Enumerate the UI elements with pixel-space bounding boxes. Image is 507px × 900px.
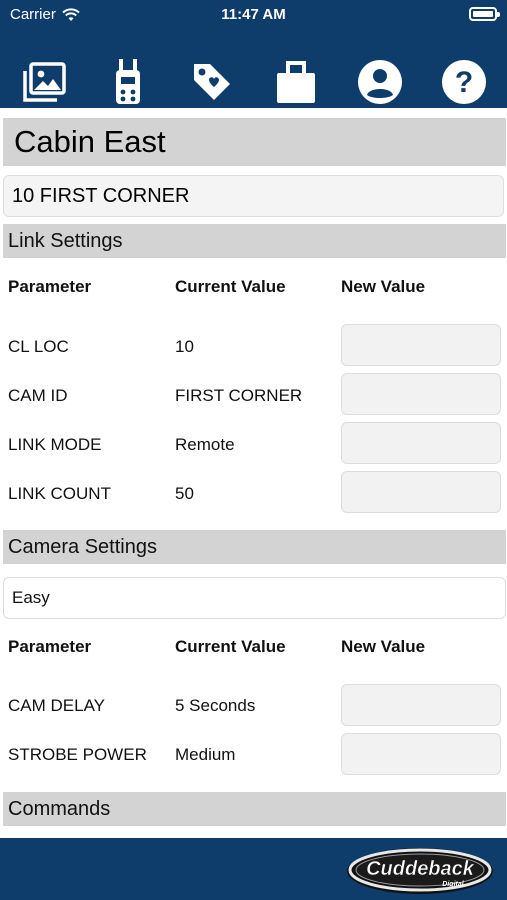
strobe-power-new-value-input[interactable] <box>341 733 501 775</box>
link-mode-current-value: Remote <box>175 435 235 454</box>
svg-text:Digital: Digital <box>442 881 464 888</box>
svg-text:Cuddeback: Cuddeback <box>366 858 475 880</box>
account-button[interactable] <box>356 58 404 106</box>
camera-mode-selector[interactable]: Easy <box>3 577 506 619</box>
link-count-new-value-input[interactable] <box>341 471 501 513</box>
help-button[interactable]: ? <box>440 58 488 106</box>
link-mode-new-value-input[interactable] <box>341 422 501 464</box>
cam-id-label: CAM ID <box>8 386 68 405</box>
link-count-label: LINK COUNT <box>8 484 111 503</box>
camera-name-field[interactable]: 10 FIRST CORNER <box>3 175 504 217</box>
cl-loc-label: CL LOC <box>8 337 69 356</box>
toolbar: ? <box>0 58 507 106</box>
cam-delay-current-value: 5 Seconds <box>175 696 256 715</box>
cam-delay-label: CAM DELAY <box>8 696 105 715</box>
current-value-column-header: Current Value <box>175 277 286 296</box>
suitcase-button[interactable] <box>272 58 320 106</box>
battery-icon <box>469 7 500 21</box>
bottom-bar: Cuddeback Digital <box>0 838 507 900</box>
status-time: 11:47 AM <box>221 6 286 23</box>
page-title: Cabin East <box>3 118 506 166</box>
tag-icon <box>194 64 230 100</box>
camera-settings-header[interactable]: Camera Settings <box>3 530 506 564</box>
link-mode-label: LINK MODE <box>8 435 102 454</box>
svg-text:?: ? <box>455 66 473 99</box>
cam-id-current-value: FIRST CORNER <box>175 386 303 405</box>
status-bar: Carrier 11:47 AM <box>0 0 507 30</box>
cuddeback-logo: Cuddeback Digital <box>347 848 493 894</box>
device-remote-icon <box>116 59 140 104</box>
parameter-column-header: Parameter <box>8 277 92 296</box>
commands-header[interactable]: Commands <box>3 792 506 826</box>
photos-icon <box>23 62 66 102</box>
suitcase-icon <box>277 61 315 103</box>
account-icon <box>358 60 402 104</box>
cl-loc-new-value-input[interactable] <box>341 324 501 366</box>
camera-current-value-column-header: Current Value <box>175 637 286 656</box>
cam-id-new-value-input[interactable] <box>341 373 501 415</box>
strobe-power-label: STROBE POWER <box>8 745 147 764</box>
help-icon: ? <box>442 60 486 104</box>
strobe-power-current-value: Medium <box>175 745 236 764</box>
camera-new-value-column-header: New Value <box>341 637 426 656</box>
cam-delay-new-value-input[interactable] <box>341 684 501 726</box>
link-settings-header[interactable]: Link Settings <box>3 224 506 258</box>
main-content: Cabin East 10 FIRST CORNER Link Settings… <box>0 108 507 838</box>
photos-button[interactable] <box>20 58 68 106</box>
new-value-column-header: New Value <box>341 277 426 296</box>
cl-loc-current-value: 10 <box>175 337 194 356</box>
camera-parameter-column-header: Parameter <box>8 637 92 656</box>
top-bar: Carrier 11:47 AM ? <box>0 0 507 108</box>
tag-button[interactable] <box>188 58 236 106</box>
device-button[interactable] <box>104 58 152 106</box>
link-count-current-value: 50 <box>175 484 194 503</box>
